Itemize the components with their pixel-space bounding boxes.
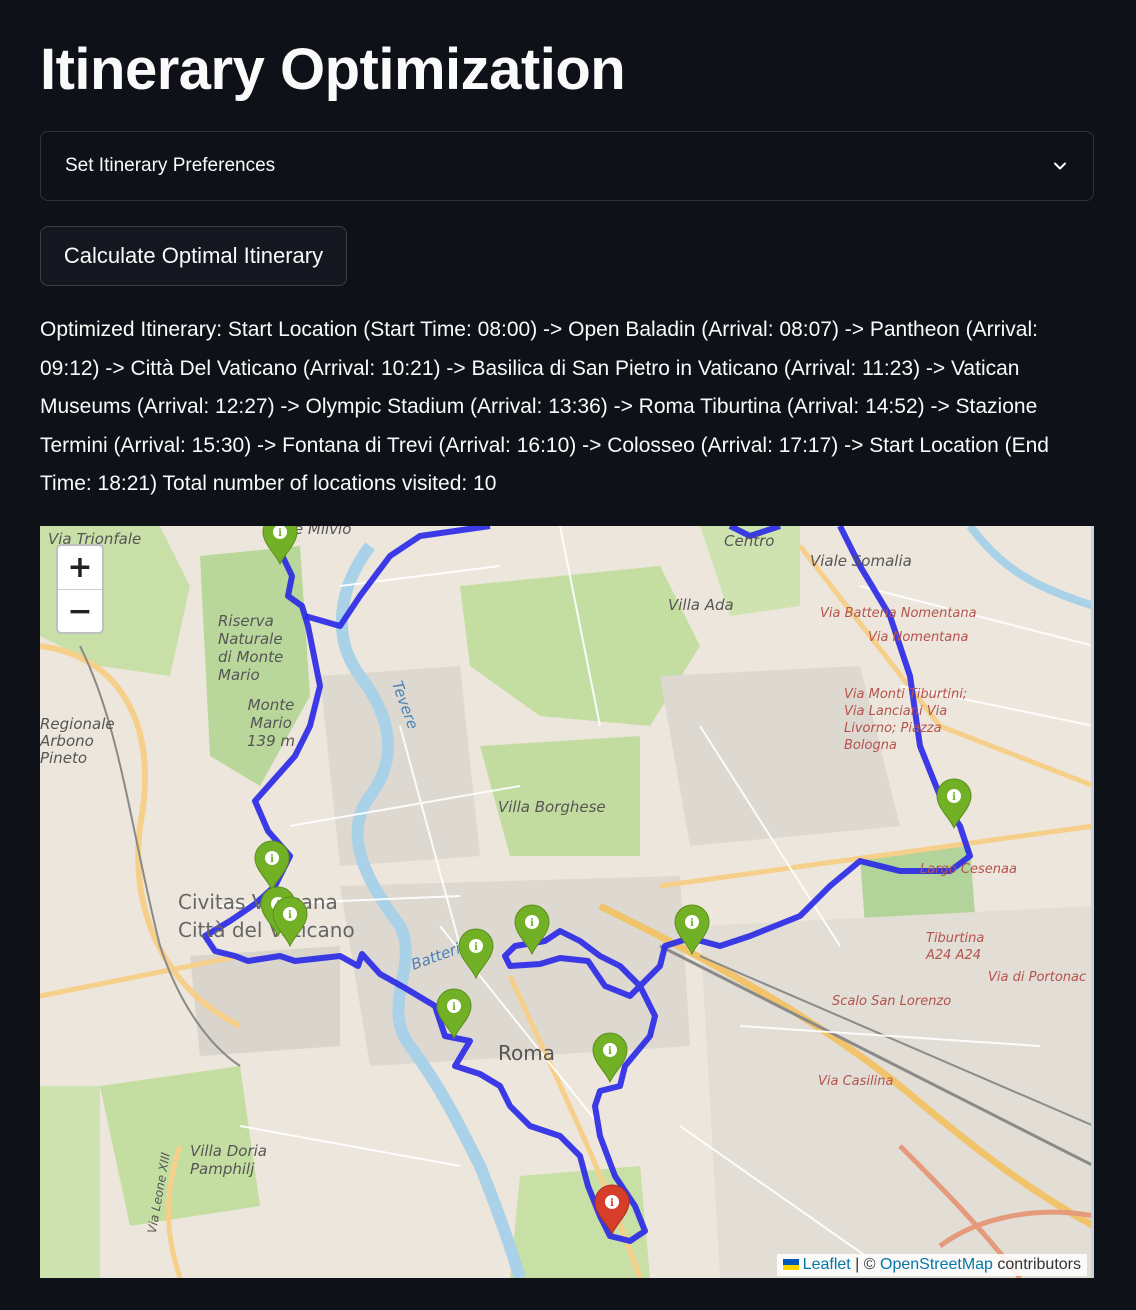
svg-text:i: i	[270, 854, 274, 865]
map-marker[interactable]: i	[270, 896, 310, 948]
preferences-label: Set Itinerary Preferences	[65, 155, 276, 176]
map-marker[interactable]: i	[590, 1032, 630, 1084]
svg-text:i: i	[474, 942, 478, 953]
map-label-villa-doria: Villa Doria Pamphilj	[190, 1142, 267, 1178]
map-marker[interactable]: i	[672, 904, 712, 956]
svg-text:i: i	[530, 918, 534, 929]
zoom-in-button[interactable]: +	[58, 546, 102, 590]
openstreetmap-link[interactable]: OpenStreetMap	[880, 1256, 993, 1273]
map-label-via-casilina: Via Casilina	[818, 1074, 894, 1089]
svg-text:i: i	[610, 1198, 614, 1209]
svg-text:i: i	[452, 1002, 456, 1013]
map-marker[interactable]: i	[252, 840, 292, 892]
map-label-tiburtina: Tiburtina A24 A24	[926, 931, 985, 963]
map-label-villa-borghese: Villa Borghese	[498, 798, 606, 816]
chevron-down-icon	[1054, 162, 1066, 170]
attribution-suffix: contributors	[992, 1256, 1081, 1273]
itinerary-result-text: Optimized Itinerary: Start Location (Sta…	[40, 318, 1049, 496]
svg-text:i: i	[288, 910, 292, 921]
map-label-riserva: Riserva Naturale di Monte Mario	[218, 612, 284, 684]
map-label-viale-somalia: Viale Somalia	[810, 552, 912, 570]
map-label-roma: Roma	[498, 1041, 555, 1065]
map-label-scalo: Scalo San Lorenzo	[832, 994, 952, 1009]
map-label-monte-mario: Monte Mario 139 m	[246, 696, 295, 750]
leaflet-link[interactable]: Leaflet	[803, 1256, 851, 1273]
map-marker[interactable]: i	[456, 928, 496, 980]
map-label-via-batteria: Via Batteria Nomentana	[820, 606, 977, 621]
svg-text:i: i	[690, 918, 694, 929]
preferences-expander[interactable]: Set Itinerary Preferences	[40, 131, 1094, 201]
page-title: Itinerary Optimization	[40, 37, 626, 102]
map-label-via-cesena: Largo Cesenaa	[920, 862, 1017, 877]
map-label-via-nomentana: Via Nomentana	[868, 630, 969, 645]
attribution-separator: | ©	[850, 1256, 880, 1273]
map-attribution: Leaflet | © OpenStreetMap contributors	[776, 1254, 1087, 1276]
route-map[interactable]: Via Trionfale te Milvio Centro Viale Som…	[40, 526, 1094, 1278]
svg-text:i: i	[278, 528, 282, 539]
map-marker[interactable]: i	[512, 904, 552, 956]
svg-text:i: i	[608, 1046, 612, 1057]
map-label-regionale: Regionale Arbono Pineto	[40, 715, 115, 767]
calculate-itinerary-button[interactable]: Calculate Optimal Itinerary	[40, 226, 347, 286]
zoom-out-button[interactable]: −	[58, 590, 102, 632]
map-label-centro: Centro	[724, 532, 775, 550]
map-marker[interactable]: i	[260, 526, 300, 566]
svg-text:i: i	[952, 792, 956, 803]
map-marker[interactable]: i	[434, 988, 474, 1040]
map-label-portonaccio: Via di Portonac	[988, 970, 1087, 985]
zoom-control: + −	[56, 544, 104, 634]
ukraine-flag-icon	[782, 1259, 799, 1271]
start-location-marker[interactable]: i	[592, 1184, 632, 1236]
map-label-villa-ada: Villa Ada	[668, 596, 734, 614]
map-label-via-monti: Via Monti Tiburtini; Via Lanciani Via Li…	[844, 687, 968, 753]
map-marker[interactable]: i	[934, 778, 974, 830]
